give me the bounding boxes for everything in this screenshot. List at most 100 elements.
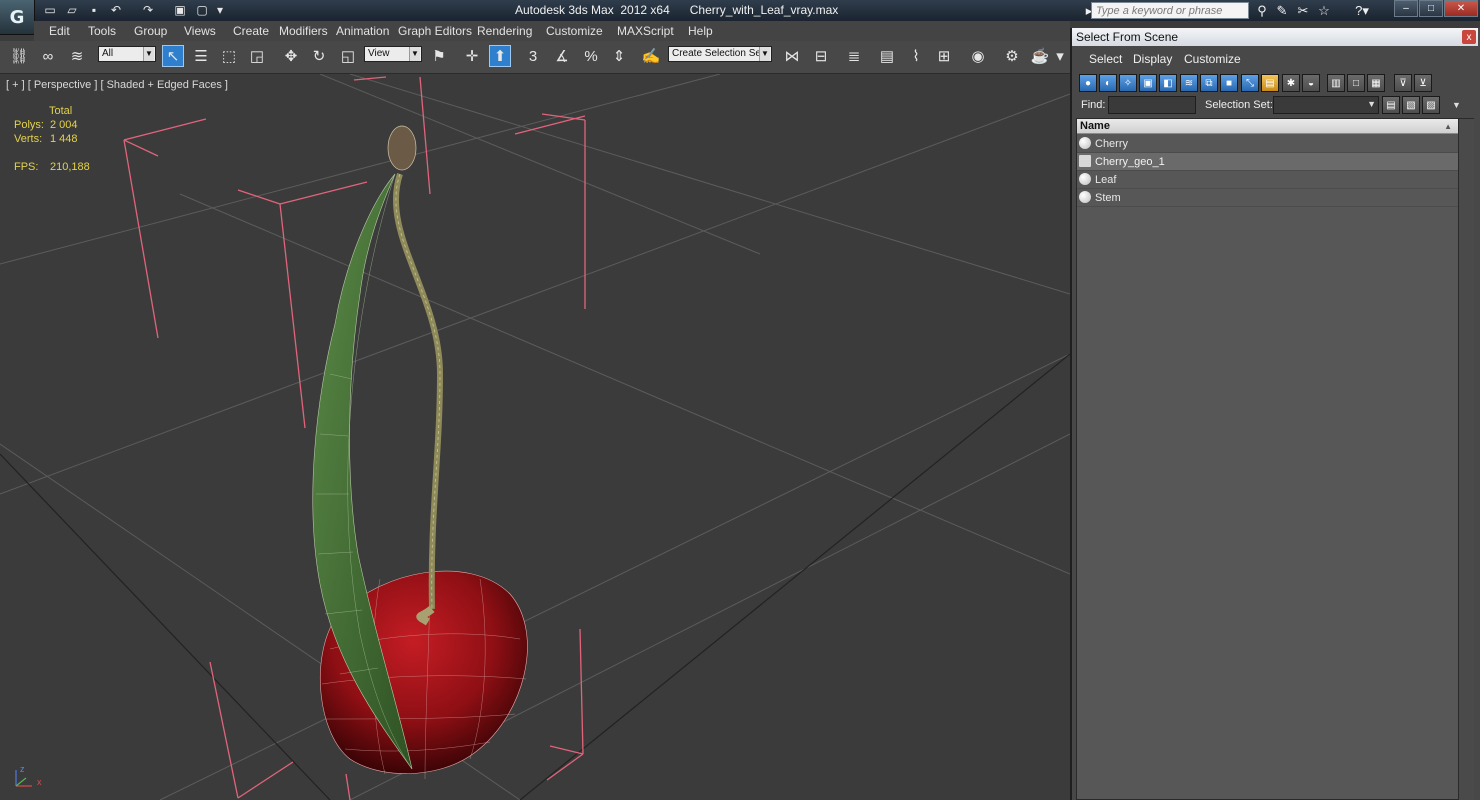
minimize-window-button[interactable]: – — [1394, 0, 1418, 17]
communication-center-icon[interactable]: ✂ — [1294, 2, 1312, 19]
reference-coordinate-dropdown[interactable]: View ▼ — [364, 46, 422, 62]
window-options-icon[interactable]: ▢ — [194, 2, 210, 18]
viewport-label-menu[interactable]: [ + ] [ Perspective ] [ Shaded + Edged F… — [6, 79, 228, 91]
select-and-scale-icon[interactable]: ◱ — [337, 45, 359, 67]
percent-snap-icon[interactable]: % — [580, 45, 602, 67]
dialog-menu-display[interactable]: Display — [1133, 52, 1172, 66]
menu-maxscript[interactable]: MAXScript — [617, 24, 674, 38]
open-file-icon[interactable]: ▱ — [64, 2, 80, 18]
select-by-name-icon[interactable]: ☰ — [190, 45, 212, 67]
edit-named-selection-icon[interactable]: ✍ — [640, 45, 662, 67]
display-helpers-icon[interactable]: ◧ — [1159, 74, 1177, 92]
quick-access-dropdown-icon[interactable]: ▾ — [212, 2, 228, 18]
filter-options-icon[interactable]: ⊻ — [1414, 74, 1432, 92]
display-lights-icon[interactable]: ✧ — [1119, 74, 1137, 92]
dialog-close-button[interactable]: x — [1462, 30, 1476, 44]
menu-edit[interactable]: Edit — [49, 24, 70, 38]
app-logo-icon[interactable]: G — [0, 0, 35, 35]
pivot-center-icon[interactable]: ⚑ — [428, 45, 450, 67]
mirror-icon[interactable]: ⋈ — [781, 45, 803, 67]
display-spacewarps-icon[interactable]: ≋ — [1180, 74, 1198, 92]
menu-graph-editors[interactable]: Graph Editors — [398, 24, 472, 38]
manipulate-icon[interactable]: ✛ — [461, 45, 483, 67]
list-item-cherry-geo-1[interactable]: Cherry_geo_1 — [1077, 153, 1458, 171]
select-and-move-icon[interactable]: ✥ — [280, 45, 302, 67]
rectangular-selection-icon[interactable]: ⬚ — [218, 45, 240, 67]
dialog-menu-select[interactable]: Select — [1089, 52, 1122, 66]
selection-set-dropdown[interactable]: ▼ — [1273, 96, 1379, 114]
align-icon[interactable]: ⊟ — [810, 45, 832, 67]
selection-filter-dropdown[interactable]: All ▼ — [98, 46, 156, 62]
list-item-stem[interactable]: Stem — [1077, 189, 1458, 207]
render-teapot-icon[interactable]: ☕ — [1029, 45, 1051, 67]
display-bones-icon[interactable]: ⤡ — [1241, 74, 1259, 92]
display-xrefs-icon[interactable]: ■ — [1220, 74, 1238, 92]
curve-editor-icon[interactable]: ⌇ — [905, 45, 927, 67]
keyword-search-input[interactable]: Type a keyword or phrase — [1091, 2, 1249, 19]
layer-manager-icon[interactable]: ≣ — [843, 45, 865, 67]
redo-icon[interactable]: ↷ — [140, 2, 156, 18]
dialog-menu-customize[interactable]: Customize — [1184, 52, 1241, 66]
maximize-window-button[interactable]: □ — [1419, 0, 1443, 17]
render-setup-icon[interactable]: ⚙ — [1001, 45, 1023, 67]
snaps-toggle-icon[interactable]: 3 — [522, 45, 544, 67]
save-file-icon[interactable]: ▪ — [86, 2, 102, 18]
menu-views[interactable]: Views — [184, 24, 216, 38]
dialog-options-chevron-icon[interactable]: ▼ — [1452, 100, 1461, 110]
scene-object-list[interactable] — [1076, 118, 1474, 800]
angle-snap-icon[interactable]: ∡ — [551, 45, 573, 67]
list-item-leaf[interactable]: Leaf — [1077, 171, 1458, 189]
list-item-cherry[interactable]: Cherry — [1077, 135, 1458, 153]
select-none-icon[interactable]: □ — [1347, 74, 1365, 92]
select-invert-icon[interactable]: ▦ — [1367, 74, 1385, 92]
window-crossing-icon[interactable]: ◲ — [246, 45, 268, 67]
menu-modifiers[interactable]: Modifiers — [279, 24, 328, 38]
display-cameras-icon[interactable]: ▣ — [1139, 74, 1157, 92]
menu-animation[interactable]: Animation — [336, 24, 389, 38]
filter-icon[interactable]: ⊽ — [1394, 74, 1412, 92]
create-selection-set-icon[interactable]: ▤ — [1382, 96, 1400, 114]
add-to-selection-set-icon[interactable]: ▧ — [1402, 96, 1420, 114]
undo-icon[interactable]: ↶ — [108, 2, 124, 18]
select-and-link-icon[interactable]: ⛓ — [8, 45, 30, 67]
select-and-rotate-icon[interactable]: ↻ — [308, 45, 330, 67]
display-hidden-icon[interactable]: ◒ — [1302, 74, 1320, 92]
subscription-center-icon[interactable]: ✎ — [1273, 2, 1291, 19]
new-file-icon[interactable]: ▭ — [42, 2, 58, 18]
menu-create[interactable]: Create — [233, 24, 269, 38]
named-selection-set-dropdown[interactable]: Create Selection Se ▼ — [668, 46, 772, 62]
material-editor-icon[interactable]: ◉ — [967, 45, 989, 67]
spinner-snap-icon[interactable]: ⇕ — [608, 45, 630, 67]
render-dropdown-icon[interactable]: ▾ — [1053, 45, 1067, 67]
menu-tools[interactable]: Tools — [88, 24, 116, 38]
name-column-header[interactable]: Name ▲ — [1077, 119, 1458, 134]
help-icon[interactable]: ?▾ — [1348, 2, 1376, 19]
bind-to-space-warp-icon[interactable]: ≋ — [66, 45, 88, 67]
binoculars-search-icon[interactable]: ⚲ — [1253, 2, 1271, 19]
unlink-selection-icon[interactable]: ∞ — [37, 45, 59, 67]
snap-3-label: 3 — [528, 47, 538, 65]
selection-set-label: Selection Set: — [1205, 99, 1273, 111]
display-shapes-icon[interactable]: ◐ — [1099, 74, 1117, 92]
schematic-view-icon[interactable]: ⊞ — [933, 45, 955, 67]
select-all-icon[interactable]: ▥ — [1327, 74, 1345, 92]
perspective-viewport[interactable]: z x — [0, 74, 1070, 800]
project-folder-icon[interactable]: ▣ — [172, 2, 188, 18]
close-window-button[interactable]: ✕ — [1444, 0, 1478, 17]
menu-group[interactable]: Group — [134, 24, 167, 38]
keyboard-shortcut-override-icon[interactable]: ⬆ — [489, 45, 511, 67]
menu-rendering[interactable]: Rendering — [477, 24, 532, 38]
list-scrollbar[interactable] — [1458, 119, 1474, 800]
menu-help[interactable]: Help — [688, 24, 713, 38]
favorites-star-icon[interactable]: ☆ — [1315, 2, 1333, 19]
display-frozen-icon[interactable]: ✱ — [1282, 74, 1300, 92]
graphite-toggle-icon[interactable]: ▤ — [876, 45, 898, 67]
menu-customize[interactable]: Customize — [546, 24, 603, 38]
display-groups-icon[interactable]: ⧉ — [1200, 74, 1218, 92]
select-object-icon[interactable]: ↖ — [162, 45, 184, 67]
remove-from-selection-set-icon[interactable]: ▨ — [1422, 96, 1440, 114]
display-containers-icon[interactable]: ▤ — [1261, 74, 1279, 92]
find-input[interactable] — [1108, 96, 1196, 114]
dialog-title[interactable]: Select From Scene — [1072, 28, 1478, 46]
display-geometry-icon[interactable]: ● — [1079, 74, 1097, 92]
